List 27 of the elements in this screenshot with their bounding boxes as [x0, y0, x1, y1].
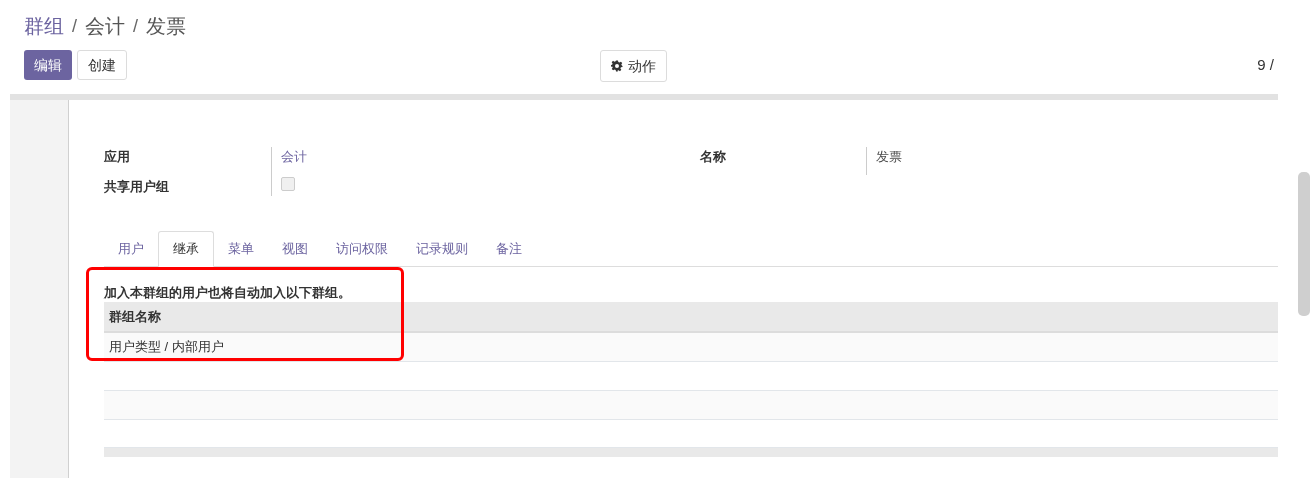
- breadcrumb-separator: /: [133, 15, 139, 38]
- breadcrumb-item: 会计: [85, 14, 125, 39]
- field-value: 发票: [876, 149, 902, 164]
- application-link[interactable]: 会计: [281, 147, 700, 167]
- edit-button[interactable]: 编辑: [24, 50, 72, 80]
- tab[interactable]: 备注: [482, 232, 536, 266]
- tab[interactable]: 记录规则: [402, 232, 482, 266]
- pager: 9 /: [1257, 54, 1274, 75]
- tab[interactable]: 视图: [268, 232, 322, 266]
- tab[interactable]: 菜单: [214, 232, 268, 266]
- field-label: 应用: [104, 148, 131, 166]
- table-cell-text: 用户类型 / 内部用户: [109, 338, 224, 357]
- help-text: 加入本群组的用户也将自动加入以下群组。: [104, 284, 352, 302]
- tab[interactable]: 继承: [158, 231, 214, 267]
- gear-icon: [611, 60, 623, 72]
- field-label: 共享用户组: [104, 177, 170, 196]
- tab[interactable]: 访问权限: [322, 232, 402, 266]
- breadcrumb-separator: /: [72, 15, 77, 38]
- create-button[interactable]: 创建: [77, 50, 127, 80]
- breadcrumb-item: 发票: [146, 14, 187, 39]
- tab[interactable]: 用户: [104, 232, 158, 266]
- column-header: 群组名称: [109, 307, 161, 326]
- shared-checkbox[interactable]: [281, 176, 295, 191]
- scrollbar-thumb[interactable]: [1298, 172, 1310, 316]
- action-button[interactable]: 动作: [600, 50, 667, 82]
- field-label: 名称: [700, 149, 726, 164]
- breadcrumb-link[interactable]: 群组: [24, 12, 64, 40]
